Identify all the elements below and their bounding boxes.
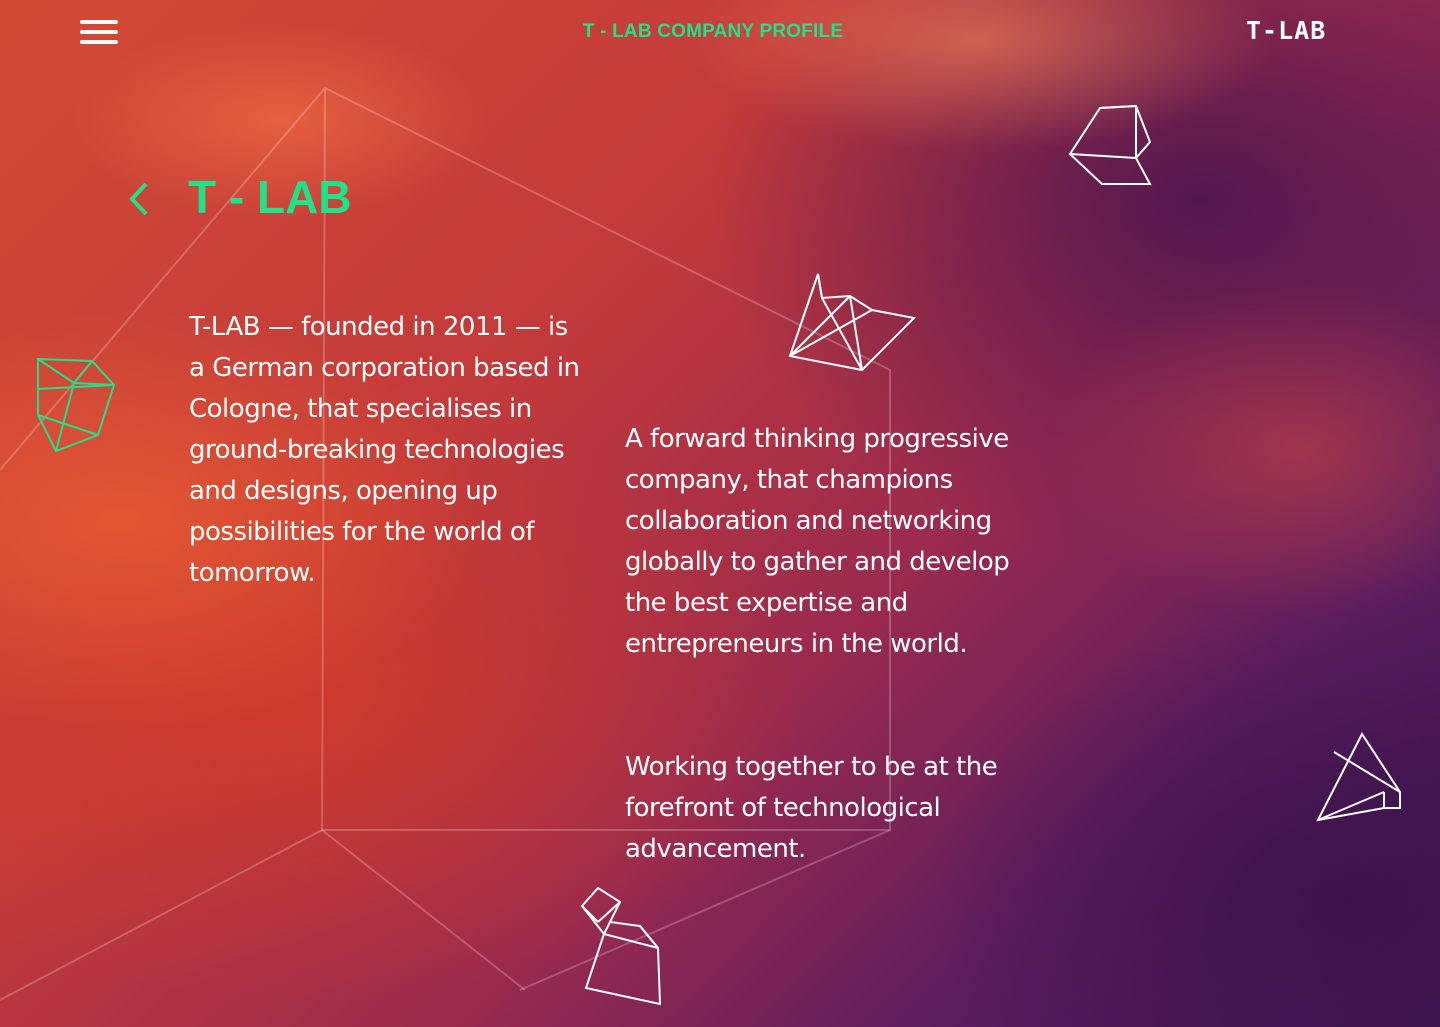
white-crystal-icon xyxy=(580,886,662,1006)
chevron-left-icon xyxy=(129,182,148,216)
tagline-paragraph: Working together to be at the forefront … xyxy=(625,752,998,864)
white-crystal-icon xyxy=(788,273,917,372)
logo-text: T-LAB xyxy=(1246,16,1327,45)
description-paragraph: A forward thinking progressive company, … xyxy=(625,424,1010,659)
page-title: T - LAB xyxy=(188,171,352,223)
back-button[interactable] xyxy=(124,180,154,218)
white-crystal-icon xyxy=(1316,732,1401,822)
t-lab-logo[interactable]: T-LAB xyxy=(1246,18,1360,44)
intro-paragraph: T-LAB — founded in 2011 — is a German co… xyxy=(189,312,580,588)
top-navigation-bar: T - LAB COMPANY PROFILE T-LAB xyxy=(0,0,1440,64)
header-title: T - LAB COMPANY PROFILE xyxy=(582,21,844,42)
green-crystal-icon xyxy=(37,357,116,453)
white-crystal-icon xyxy=(1068,104,1152,185)
